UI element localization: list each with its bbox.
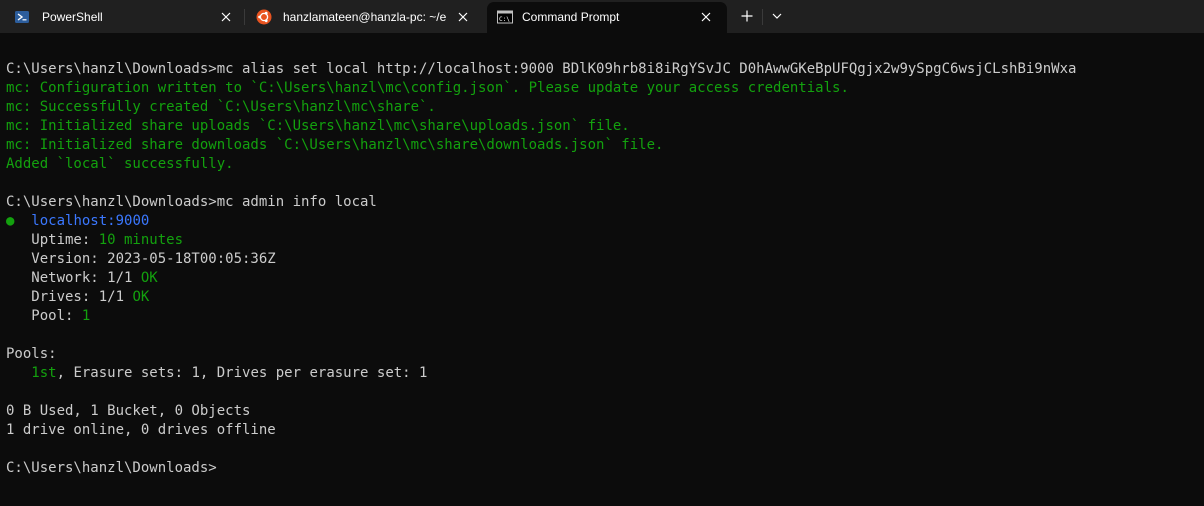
cmd-icon: C:\ <box>497 9 513 25</box>
pool-value: 1 <box>81 308 91 324</box>
pool-ordinal: 1st <box>31 365 57 381</box>
tab-separator <box>762 9 763 25</box>
final-prompt[interactable]: C:\Users\hanzl\Downloads> <box>6 459 217 478</box>
plus-icon <box>741 10 753 22</box>
drives-status: OK <box>132 289 150 305</box>
tab-dropdown-button[interactable] <box>766 4 788 28</box>
new-tab-button[interactable] <box>735 4 759 28</box>
command-text: mc admin info local <box>216 194 377 210</box>
command-line-admin-info: C:\Users\hanzl\Downloads>mc admin info l… <box>6 193 377 212</box>
chevron-down-icon <box>772 13 782 19</box>
tab-ubuntu[interactable]: hanzlamateen@hanzla-pc: ~/e <box>245 0 485 33</box>
tab-ubuntu-close-icon[interactable] <box>453 7 473 27</box>
tab-command-prompt-label: Command Prompt <box>522 10 620 24</box>
drives-online-line: 1 drive online, 0 drives offline <box>6 422 276 438</box>
tab-powershell[interactable]: PowerShell <box>0 0 244 33</box>
tab-command-prompt[interactable]: C:\ Command Prompt <box>487 2 727 33</box>
output-line: mc: Initialized share uploads `C:\Users\… <box>6 118 630 134</box>
output-line: mc: Initialized share downloads `C:\User… <box>6 137 664 153</box>
svg-text:C:\: C:\ <box>499 16 510 23</box>
network-line: Network: 1/1 OK <box>6 270 158 286</box>
server-name: localhost:9000 <box>31 213 150 229</box>
prompt: C:\Users\hanzl\Downloads> <box>6 194 217 210</box>
version-line: Version: 2023-05-18T00:05:36Z <box>6 251 276 267</box>
usage-line: 0 B Used, 1 Bucket, 0 Objects <box>6 403 251 419</box>
uptime-value: 10 minutes <box>98 232 184 248</box>
command-text: mc alias set local http://localhost:9000… <box>216 61 1077 77</box>
command-line-alias: C:\Users\hanzl\Downloads>mc alias set lo… <box>6 60 1076 79</box>
drives-line: Drives: 1/1 OK <box>6 289 150 305</box>
server-line: ● localhost:9000 <box>6 212 149 231</box>
output-line: mc: Successfully created `C:\Users\hanzl… <box>6 99 436 115</box>
tab-ubuntu-label: hanzlamateen@hanzla-pc: ~/e <box>283 10 447 24</box>
uptime-line: Uptime: 10 minutes <box>6 232 184 248</box>
pools-header: Pools: <box>6 346 57 362</box>
ubuntu-icon <box>256 9 272 25</box>
terminal-output[interactable]: C:\Users\hanzl\Downloads>mc alias set lo… <box>0 33 1204 506</box>
powershell-icon <box>14 9 30 25</box>
output-line: Added `local` successfully. <box>6 156 234 172</box>
pools-line: 1st, Erasure sets: 1, Drives per erasure… <box>31 365 428 381</box>
tab-powershell-close-icon[interactable] <box>216 7 236 27</box>
tab-powershell-label: PowerShell <box>42 10 103 24</box>
prompt: C:\Users\hanzl\Downloads> <box>6 61 217 77</box>
output-line: mc: Configuration written to `C:\Users\h… <box>6 80 849 96</box>
network-status: OK <box>140 270 158 286</box>
pool-line: Pool: 1 <box>6 308 91 324</box>
tab-command-prompt-close-icon[interactable] <box>696 7 716 27</box>
tab-bar: PowerShell hanzlamateen@hanzla-pc: ~/e C… <box>0 0 1204 33</box>
